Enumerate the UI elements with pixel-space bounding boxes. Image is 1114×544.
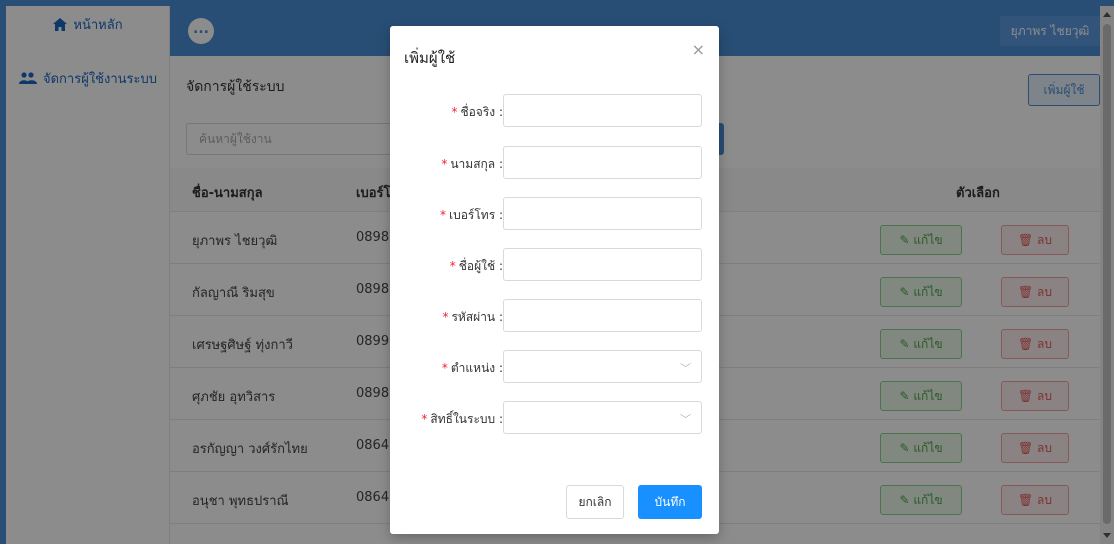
form-row-username: * ชื่อผู้ใช้ :: [390, 248, 719, 282]
form-row-position: * ตำแหน่ง : ﹀: [390, 350, 719, 384]
role-select[interactable]: ﹀: [503, 401, 702, 434]
lastname-field[interactable]: [503, 146, 702, 179]
field-label: * รหัสผ่าน :: [442, 310, 503, 324]
close-icon[interactable]: ×: [692, 40, 705, 59]
field-label: * ตำแหน่ง :: [441, 361, 503, 375]
chevron-down-icon: ﹀: [680, 362, 691, 375]
position-select[interactable]: ﹀: [503, 350, 702, 383]
field-label: * นามสกุล :: [441, 157, 503, 171]
field-label: * ชื่อผู้ใช้ :: [449, 259, 503, 273]
field-label: * ชื่อจริง :: [451, 105, 503, 119]
form-row-role: * สิทธิ์ในระบบ : ﹀: [390, 401, 719, 435]
phone-field[interactable]: [503, 197, 702, 230]
form-row-lastname: * นามสกุล :: [390, 146, 719, 180]
modal-title: เพิ่มผู้ใช้: [404, 49, 456, 67]
form-row-firstname: * ชื่อจริง :: [390, 94, 719, 128]
save-button[interactable]: บันทึก: [638, 485, 702, 519]
field-label: * เบอร์โทร :: [439, 208, 503, 222]
field-label: * สิทธิ์ในระบบ :: [421, 412, 503, 426]
username-field[interactable]: [503, 248, 702, 281]
chevron-down-icon: ﹀: [680, 413, 691, 426]
firstname-field[interactable]: [503, 94, 702, 127]
form-row-password: * รหัสผ่าน :: [390, 299, 719, 333]
form-row-phone: * เบอร์โทร :: [390, 197, 719, 231]
add-user-modal: เพิ่มผู้ใช้ × * ชื่อจริง : * นามสกุล : * เบ…: [390, 26, 719, 534]
cancel-button[interactable]: ยกเลิก: [566, 485, 624, 519]
password-field[interactable]: [503, 299, 702, 332]
